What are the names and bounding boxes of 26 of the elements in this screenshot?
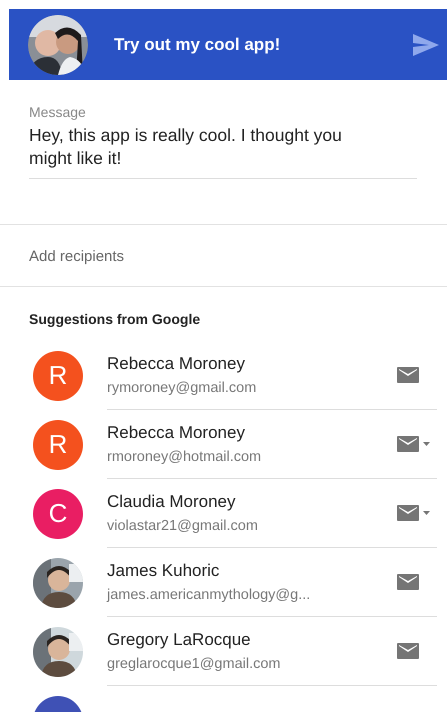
mail-icon[interactable]: [397, 643, 419, 659]
contact-name: Gregory LaRocque: [107, 630, 252, 650]
mail-icon[interactable]: [397, 574, 419, 590]
letter-avatar: C: [33, 488, 83, 538]
letter-avatar: R: [33, 420, 83, 470]
contact-name: Rebecca Moroney: [107, 354, 246, 374]
contact-name: Rebecca Moroney: [107, 423, 246, 443]
send-icon[interactable]: [413, 34, 439, 56]
section-heading: Suggestions from Google: [28, 310, 202, 329]
contact-email: rymoroney@gmail.com: [107, 380, 258, 396]
mail-icon[interactable]: [397, 436, 419, 452]
message-title: Try out my cool app!: [114, 34, 282, 54]
mail-icon[interactable]: [397, 367, 419, 383]
contact-name: Claudia Moroney: [107, 492, 237, 512]
recipients-field[interactable]: Add recipients: [9, 225, 447, 286]
field-label: Message: [29, 104, 87, 120]
message-field[interactable]: Hey, this app is really cool. I thought you might like it!: [29, 122, 417, 179]
caret-icon[interactable]: [423, 442, 430, 446]
contact-email: rmoroney@hotmail.com: [107, 449, 262, 465]
contact-email: greglarocque1@gmail.com: [107, 656, 282, 672]
letter-avatar: R: [33, 350, 83, 400]
mail-icon[interactable]: [397, 505, 419, 521]
caret-icon[interactable]: [423, 511, 430, 515]
contact-email: violastar21@gmail.com: [107, 518, 259, 534]
contact-name: James Kuhoric: [107, 561, 220, 581]
contact-email: james.americanmythology@g...: [107, 587, 312, 603]
